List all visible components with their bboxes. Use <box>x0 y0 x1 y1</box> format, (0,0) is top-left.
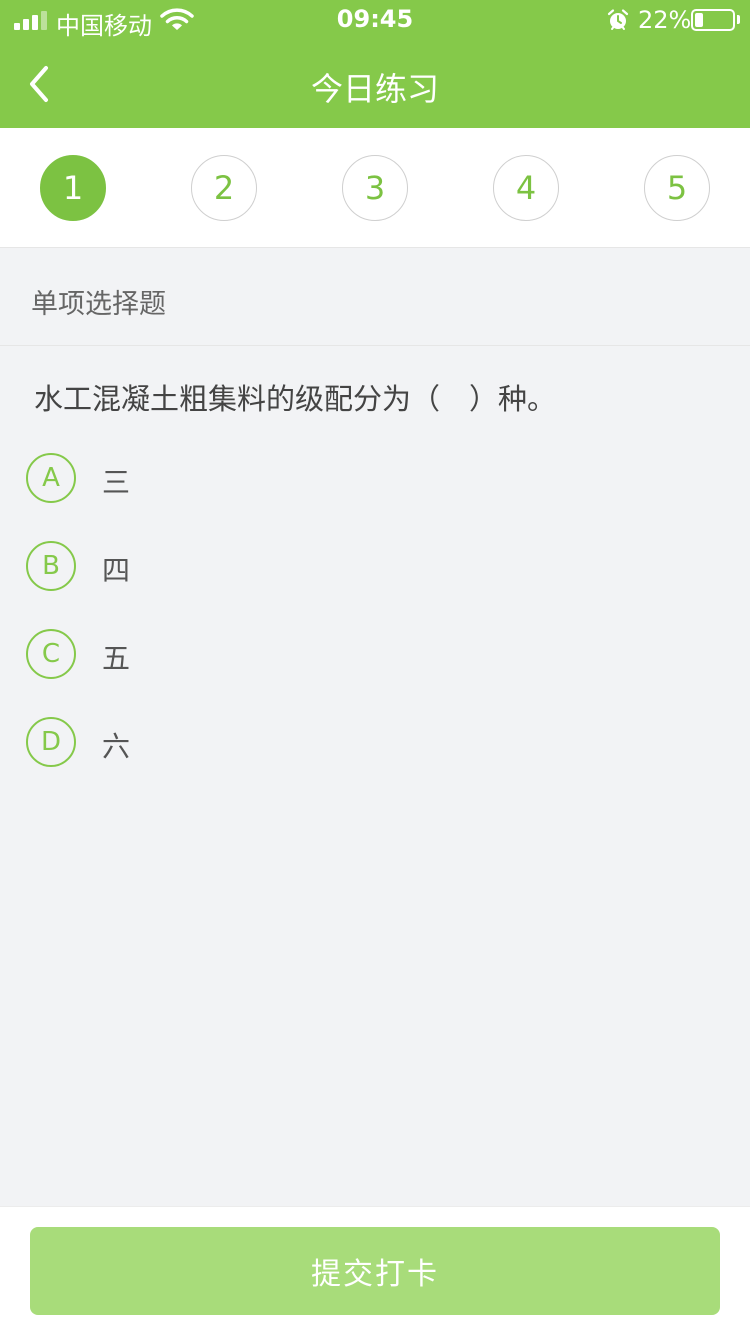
option-letter: B <box>26 541 76 591</box>
option-letter: A <box>26 453 76 503</box>
option-text: 六 <box>102 730 131 763</box>
option-c[interactable]: C 五 <box>26 629 426 681</box>
alarm-icon <box>607 9 629 30</box>
option-text: 三 <box>102 466 131 499</box>
option-text: 四 <box>102 554 131 587</box>
question-number-4[interactable]: 4 <box>493 155 559 221</box>
question-number-2[interactable]: 2 <box>191 155 257 221</box>
question-text: 水工混凝土粗集料的级配分为（ ）种。 <box>34 382 557 416</box>
option-letter: C <box>26 629 76 679</box>
option-letter: D <box>26 717 76 767</box>
page-title: 今日练习 <box>310 70 439 108</box>
practice-page: 中国移动 09:45 22% 今日练习 1 2 3 4 5 单项选择题 水工混凝… <box>0 0 750 1334</box>
status-bar: 中国移动 09:45 22% <box>0 0 750 40</box>
option-text: 五 <box>102 642 131 675</box>
header: 中国移动 09:45 22% 今日练习 <box>0 0 750 128</box>
battery-percent: 22% <box>638 6 692 34</box>
question-number-3[interactable]: 3 <box>342 155 408 221</box>
option-d[interactable]: D 六 <box>26 717 426 769</box>
question-number-1[interactable]: 1 <box>40 155 106 221</box>
footer-bar: 提交打卡 <box>0 1206 750 1334</box>
battery-cap <box>737 15 740 24</box>
battery-level <box>695 13 703 27</box>
option-a[interactable]: A 三 <box>26 453 426 505</box>
question-type-label: 单项选择题 <box>31 289 166 320</box>
battery-icon <box>691 9 735 31</box>
question-navigator: 1 2 3 4 5 <box>0 128 750 248</box>
section-header: 单项选择题 <box>0 248 750 346</box>
question-number-5[interactable]: 5 <box>644 155 710 221</box>
option-b[interactable]: B 四 <box>26 541 426 593</box>
submit-checkin-button[interactable]: 提交打卡 <box>30 1227 720 1315</box>
